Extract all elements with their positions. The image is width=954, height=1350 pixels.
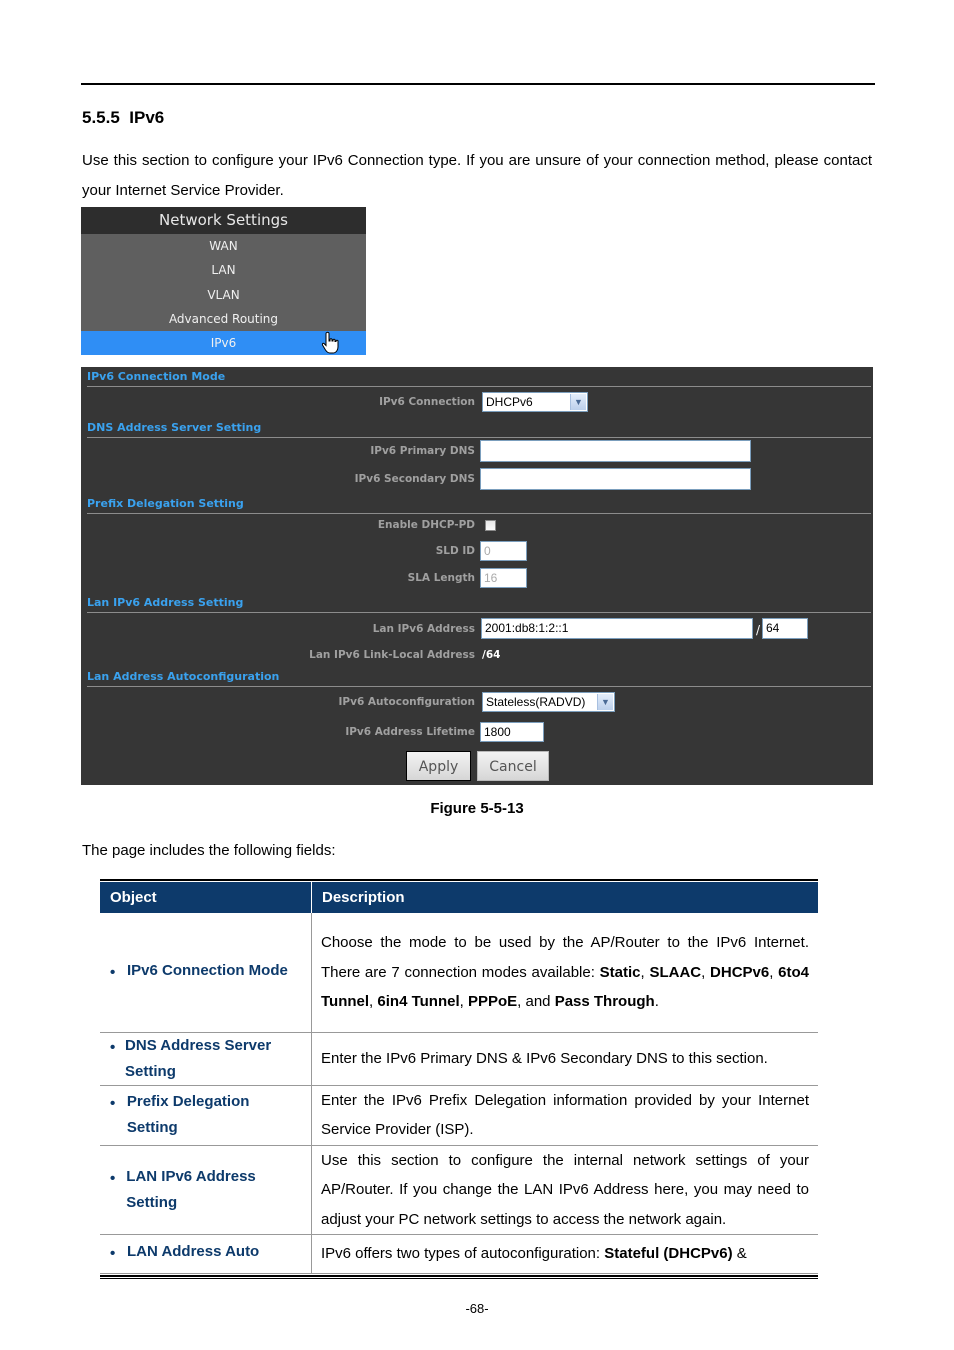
primary-dns-label: IPv6 Primary DNS xyxy=(370,445,475,457)
object-cell: • DNS Address Server Setting xyxy=(100,1032,312,1086)
section-number: 5.5.5 xyxy=(82,108,120,127)
description-keyword: 6in4 Tunnel xyxy=(377,993,460,1010)
bullet-icon: • xyxy=(110,1245,116,1263)
section-header-connection-mode: IPv6 Connection Mode xyxy=(87,368,871,387)
autoconfiguration-select[interactable]: Stateless(RADVD) ▼ xyxy=(482,692,615,712)
object-cell: • Prefix Delegation Setting xyxy=(100,1085,312,1146)
autoconfiguration-label: IPv6 Autoconfiguration xyxy=(338,696,476,708)
sla-length-input[interactable]: 16 xyxy=(480,568,527,588)
sla-length-label: SLA Length xyxy=(407,572,475,584)
description-cell: Choose the mode to be used by the AP/Rou… xyxy=(311,913,818,1033)
object-name: DNS Address Server Setting xyxy=(125,1036,272,1080)
menu-item-vlan[interactable]: VLAN xyxy=(81,283,366,307)
description-cell: Use this section to configure the intern… xyxy=(311,1145,818,1235)
fields-intro: The page includes the following fields: xyxy=(82,842,336,859)
menu-title: Network Settings xyxy=(81,207,366,234)
lan-ipv6-address-label: Lan IPv6 Address xyxy=(372,623,475,635)
bullet-icon: • xyxy=(110,1038,116,1056)
table-row: • DNS Address Server Setting Enter the IPv… xyxy=(100,1032,818,1086)
ipv6-connection-label: IPv6 Connection xyxy=(379,396,475,408)
table-bottom-rule xyxy=(100,1275,818,1279)
description-cell: Enter the IPv6 Primary DNS & IPv6 Second… xyxy=(311,1032,818,1086)
description-text: . xyxy=(654,993,659,1010)
menu-item-lan[interactable]: LAN xyxy=(81,258,366,282)
description-text: Enter the IPv6 Primary DNS & IPv6 Second… xyxy=(321,1049,768,1067)
prefix-length-input[interactable]: 64 xyxy=(762,618,808,639)
section-header-dns: DNS Address Server Setting xyxy=(87,419,871,438)
object-cell: • LAN IPv6 Address Setting xyxy=(100,1145,312,1235)
description-keyword: DHCPv6 xyxy=(710,963,770,981)
object-cell: • LAN Address Auto xyxy=(100,1234,312,1274)
secondary-dns-input[interactable] xyxy=(480,468,751,490)
object-name: IPv6 Connection Mode xyxy=(127,961,288,979)
menu-item-advanced-routing[interactable]: Advanced Routing xyxy=(81,307,366,331)
bullet-icon: • xyxy=(110,1095,116,1112)
description-text: , xyxy=(769,963,779,981)
primary-dns-input[interactable] xyxy=(480,440,751,462)
description-keyword: PPPoE xyxy=(467,993,518,1010)
menu-item-wan[interactable]: WAN xyxy=(81,234,366,258)
figure-caption: Figure 5-5-13 xyxy=(430,800,524,817)
address-lifetime-label: IPv6 Address Lifetime xyxy=(345,726,475,738)
description-text: , xyxy=(459,993,468,1010)
section-header-autoconfiguration: Lan Address Autoconfiguration xyxy=(87,668,871,687)
chevron-down-icon: ▼ xyxy=(570,394,586,410)
cancel-button[interactable]: Cancel xyxy=(477,751,549,781)
secondary-dns-label: IPv6 Secondary DNS xyxy=(354,473,475,485)
section-heading: 5.5.5 IPv6 xyxy=(82,108,164,128)
bullet-icon: • xyxy=(110,963,116,981)
table-row: • Prefix Delegation Setting Enter the IPv6… xyxy=(100,1085,818,1146)
apply-button[interactable]: Apply xyxy=(406,751,471,781)
description-text: Enter the IPv6 Prefix Delegation informa… xyxy=(321,1091,809,1139)
object-name: Prefix Delegation Setting xyxy=(126,1093,250,1136)
address-lifetime-input[interactable]: 1800 xyxy=(480,722,544,742)
section-header-prefix-delegation: Prefix Delegation Setting xyxy=(87,495,871,514)
autoconfiguration-value: Stateless(RADVD) xyxy=(486,695,586,709)
table-row: • IPv6 Connection Mode Choose the mode to … xyxy=(100,913,818,1033)
table-row: • LAN IPv6 Address Setting Use this sectio… xyxy=(100,1145,818,1235)
object-name: LAN IPv6 Address Setting xyxy=(126,1167,256,1211)
description-text: Use this section to configure the intern… xyxy=(321,1151,809,1228)
top-rule xyxy=(81,83,875,85)
header-description: Description xyxy=(311,882,818,913)
object-cell: • IPv6 Connection Mode xyxy=(100,913,312,1033)
object-name: LAN Address Auto xyxy=(127,1243,260,1261)
section-header-lan-ipv6: Lan IPv6 Address Setting xyxy=(87,594,871,613)
description-text: , xyxy=(701,963,711,981)
table-header-row: Object Description xyxy=(100,882,818,913)
fields-table: Object Description • IPv6 Connection Mode… xyxy=(100,879,818,1279)
link-local-label: Lan IPv6 Link-Local Address xyxy=(309,649,475,661)
link-local-value: /64 xyxy=(482,649,501,661)
ipv6-settings-panel: IPv6 Connection Mode IPv6 Connection DHC… xyxy=(81,367,873,785)
sld-id-input[interactable]: 0 xyxy=(480,541,527,561)
section-title: IPv6 xyxy=(129,108,165,127)
table-row: • LAN Address Auto IPv6 offers two types o… xyxy=(100,1234,818,1274)
description-text: , and xyxy=(517,993,555,1010)
header-object: Object xyxy=(100,882,312,913)
description-cell: Enter the IPv6 Prefix Delegation informa… xyxy=(311,1085,818,1146)
page-number: -68- xyxy=(465,1301,489,1316)
bullet-icon: • xyxy=(110,1169,116,1187)
enable-dhcp-pd-checkbox[interactable] xyxy=(485,520,496,531)
description-keyword: SLAAC xyxy=(649,963,702,981)
description-keyword: Stateful (DHCPv6) xyxy=(604,1245,733,1263)
prefix-separator: / xyxy=(756,623,761,637)
network-settings-menu: Network Settings WAN LAN VLAN Advanced R… xyxy=(81,207,366,356)
description-text: IPv6 offers two types of autoconfigurati… xyxy=(321,1245,605,1263)
description-keyword: Pass Through xyxy=(554,993,655,1010)
enable-dhcp-pd-label: Enable DHCP-PD xyxy=(377,519,475,531)
description-text: & xyxy=(732,1245,747,1263)
lan-ipv6-address-input[interactable]: 2001:db8:1:2::1 xyxy=(481,618,753,639)
chevron-down-icon: ▼ xyxy=(597,694,613,710)
sld-id-label: SLD ID xyxy=(435,545,475,557)
ipv6-connection-value: DHCPv6 xyxy=(486,395,533,409)
description-keyword: Static xyxy=(599,963,641,981)
description-cell: IPv6 offers two types of autoconfigurati… xyxy=(311,1234,818,1274)
ipv6-connection-select[interactable]: DHCPv6 ▼ xyxy=(482,392,588,412)
intro-paragraph: Use this section to configure your IPv6 … xyxy=(82,152,872,199)
hand-cursor-icon xyxy=(321,331,339,354)
